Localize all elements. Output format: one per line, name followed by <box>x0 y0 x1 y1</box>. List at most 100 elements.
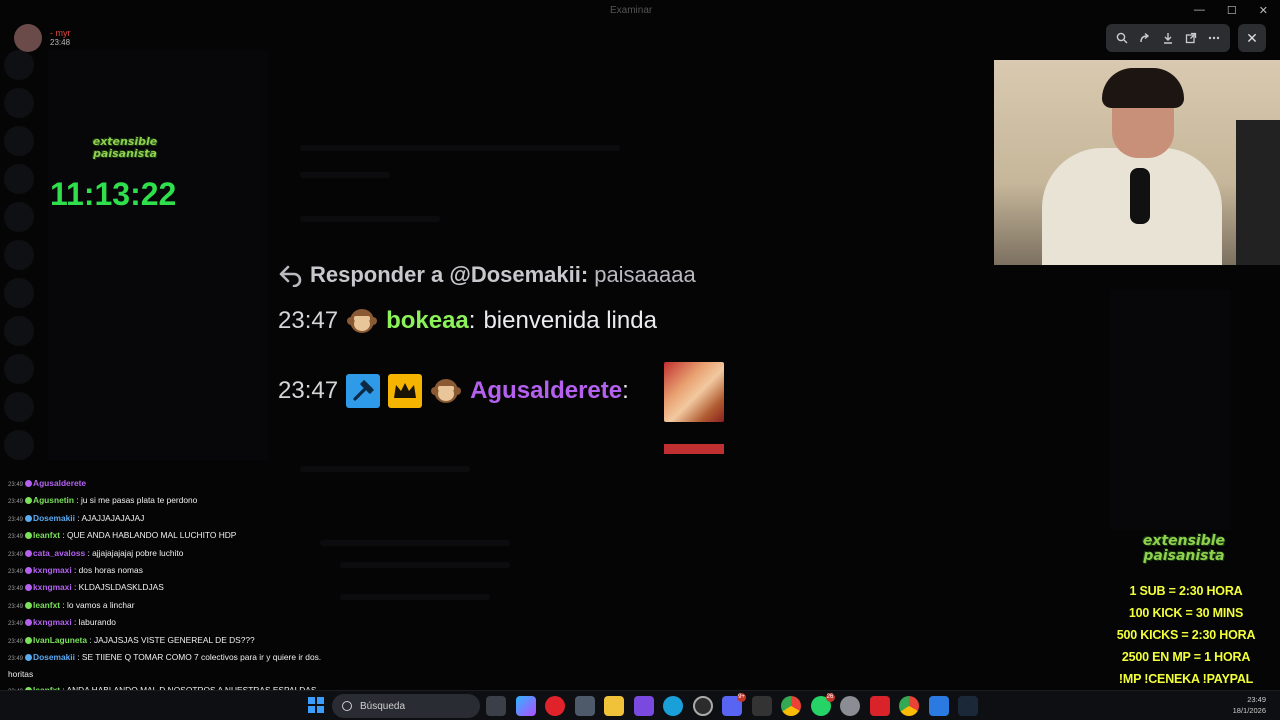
chat-username[interactable]: Agusalderete <box>33 478 86 488</box>
message-author[interactable]: Agusalderete <box>470 377 622 404</box>
media-app-icon[interactable] <box>869 696 890 716</box>
reply-prefix: Responder a @Dosemakii: <box>310 262 589 287</box>
edge-icon[interactable] <box>663 696 683 716</box>
message-time: 23:47 <box>278 377 339 404</box>
reply-text: paisaaaaa <box>594 262 696 287</box>
clock-time: 23:49 <box>1247 695 1266 704</box>
chat-timestamp: 23:49 <box>8 569 24 576</box>
chat-badge-icon <box>25 601 33 609</box>
chat-message: 23:49 kxngmaxi : dos horas nomas <box>8 563 338 580</box>
chrome-profile-icon[interactable] <box>899 696 919 716</box>
close-window-icon[interactable]: ✕ <box>1259 4 1268 17</box>
store-icon[interactable] <box>574 696 595 716</box>
open-external-icon[interactable] <box>1182 29 1200 47</box>
taskbar-search[interactable] <box>332 694 480 718</box>
close-icon[interactable]: ✕ <box>1238 24 1266 52</box>
chrome-icon[interactable] <box>781 696 801 716</box>
overlay-line: 100 KICK = 30 MINS <box>1128 606 1244 620</box>
featured-message: 23:47 bokeaa: bienvenida linda <box>278 307 657 334</box>
avatar <box>14 24 42 52</box>
chat-text: : lo vamos a linchar <box>60 599 135 610</box>
chat-username[interactable]: IvanLaguneta <box>33 635 87 645</box>
monkey-emote-icon <box>431 379 462 403</box>
chat-username[interactable]: Dosemakii <box>33 652 75 662</box>
more-options-icon[interactable] <box>1205 29 1223 47</box>
whatsapp-icon[interactable]: 26 <box>810 693 835 716</box>
photos-icon[interactable] <box>928 696 949 716</box>
steam-icon[interactable] <box>958 696 978 716</box>
cat-emote-image <box>664 362 724 422</box>
chat-message: 23:49 IvanLaguneta : JAJAJSJAS VISTE GENE… <box>8 633 338 650</box>
opera-icon[interactable] <box>545 696 565 716</box>
minimize-icon[interactable]: — <box>1194 4 1205 17</box>
chat-username[interactable]: kxngmaxi <box>33 617 72 627</box>
chat-message: 23:49 Agusalderete <box>8 476 338 493</box>
discord-icon[interactable]: 9+ <box>722 693 746 716</box>
overlay-logo: extensible paisanista <box>1142 533 1226 564</box>
featured-message: 23:47 Agusalderete: <box>278 374 629 408</box>
overlay-line: 2500 EN MP = 1 HORA <box>1121 650 1251 664</box>
chat-timestamp: 23:49 <box>8 621 24 628</box>
chat-message: 23:49 kxngmaxi : KLDAJSLDASKLDJAS <box>8 580 338 597</box>
chat-badge-icon <box>25 654 33 662</box>
chat-username[interactable]: leanfxt <box>33 600 60 610</box>
stream-chat-log: 23:49 Agusalderete 23:49 Agusnetin : ju si … <box>8 476 338 720</box>
chat-message: 23:49 Dosemakii : SE TIIENE Q TOMAR COMO … <box>8 650 338 683</box>
chat-message: 23:49 kxngmaxi : laburando <box>8 615 338 632</box>
chat-username[interactable]: kxngmaxi <box>33 565 72 575</box>
window-title: Examinar <box>610 5 653 16</box>
chat-badge-icon <box>25 532 33 540</box>
moderator-badge-icon <box>346 374 381 408</box>
chat-message: 23:49 cata_avaloss : ajjajajajajaj pobre … <box>8 546 338 563</box>
stream-logo: extensible paisanista <box>80 136 180 164</box>
screen: Examinar — ☐ ✕ - myr 23:48 extensible pa… <box>0 0 1280 720</box>
chat-username[interactable]: kxngmaxi <box>33 582 72 592</box>
copilot-icon[interactable] <box>515 696 536 716</box>
chat-message: 23:49 Agusnetin : ju si me pasas plata te… <box>8 493 338 510</box>
chat-text: : JAJAJSJAS VISTE GENEREAL DE DS??? <box>87 634 255 645</box>
chat-text: : AJAJJAJAJAJAJ <box>74 512 145 523</box>
chat-text: : dos horas nomas <box>71 565 143 576</box>
search-input[interactable] <box>360 700 450 712</box>
chat-text: : ju si me pasas plata te perdono <box>73 495 198 506</box>
system-clock[interactable]: 23:49 18/1/2026 <box>1233 694 1266 716</box>
settings-icon[interactable] <box>840 696 860 716</box>
chat-username[interactable]: Agusnetin <box>33 495 74 505</box>
chat-username[interactable]: Dosemakii <box>33 513 75 523</box>
windows-start-icon[interactable] <box>308 697 324 713</box>
whatsapp-badge: 26 <box>825 693 835 702</box>
chat-timestamp: 23:49 <box>8 586 24 593</box>
taskbar: 9+ 26 23:49 18/1/2026 <box>0 690 1280 720</box>
zoom-icon[interactable] <box>1113 29 1131 47</box>
terminal-icon[interactable] <box>751 696 772 716</box>
chat-text: : laburando <box>71 617 116 628</box>
webcam-feed <box>994 60 1280 265</box>
monkey-emote-icon <box>347 309 378 333</box>
message-author[interactable]: bokeaa <box>386 307 469 334</box>
forward-icon[interactable] <box>1136 29 1154 47</box>
maximize-icon[interactable]: ☐ <box>1227 4 1237 17</box>
chat-message: 23:49 leanfxt : lo vamos a linchar <box>8 598 338 615</box>
chat-badge-icon <box>25 497 33 505</box>
microphone-icon <box>1130 168 1150 224</box>
chat-text: : QUE ANDA HABLANDO MAL LUCHITO HDP <box>60 530 237 541</box>
download-icon[interactable] <box>1159 29 1177 47</box>
chat-timestamp: 23:49 <box>8 603 24 610</box>
chat-badge-icon <box>25 584 33 592</box>
file-explorer-icon[interactable] <box>604 696 624 716</box>
cat-emote-image-partial <box>664 444 724 454</box>
chat-username[interactable]: leanfxt <box>33 530 60 540</box>
overlay-line: 1 SUB = 2:30 HORA <box>1129 584 1243 598</box>
task-view-icon[interactable] <box>486 696 506 716</box>
chat-username[interactable]: cata_avaloss <box>33 548 85 558</box>
pen-app-icon[interactable] <box>633 696 654 716</box>
obs-icon[interactable] <box>692 696 713 716</box>
chat-timestamp: 23:49 <box>8 516 24 523</box>
chat-badge-icon <box>25 619 33 627</box>
chat-message: 23:49 leanfxt : QUE ANDA HABLANDO MAL LUC… <box>8 528 338 545</box>
chat-timestamp: 23:49 <box>8 656 24 663</box>
chat-badge-icon <box>25 514 33 522</box>
clock-date: 18/1/2026 <box>1232 706 1266 715</box>
user-chip[interactable]: - myr 23:48 <box>14 24 71 52</box>
chat-text: : ajjajajajajaj pobre luchito <box>85 547 184 558</box>
